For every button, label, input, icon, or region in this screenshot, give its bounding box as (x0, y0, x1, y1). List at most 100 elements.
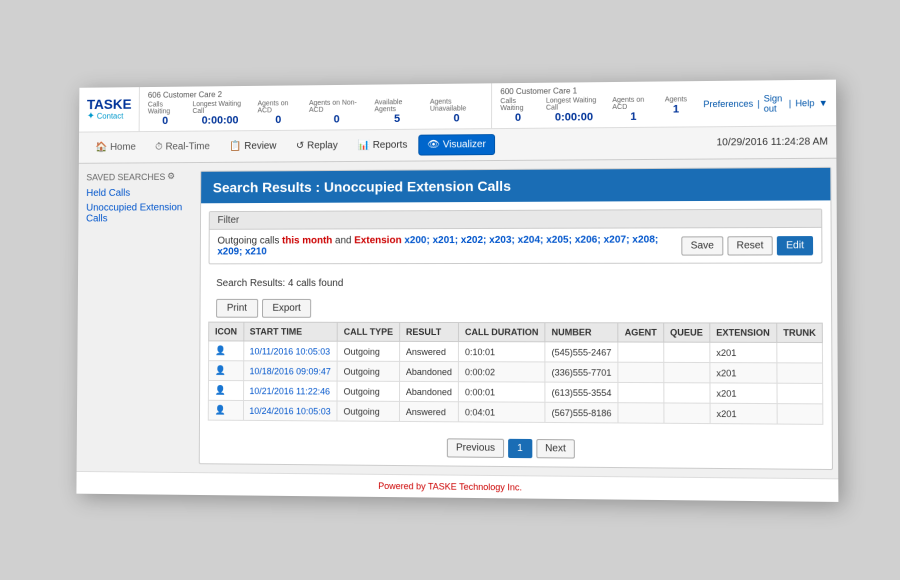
page-title: Search Results : Unoccupied Extension Ca… (201, 168, 831, 203)
stat-agents-nonacd-1: Agents on Non-ACD 0 (309, 100, 365, 126)
settings-icon[interactable]: ⚙ (167, 171, 175, 182)
navigation-bar: 🏠 Home ⏱ Real-Time 📋 Review ↺ Replay 📊 R… (79, 126, 837, 164)
pagination: Previous 1 Next (200, 428, 832, 469)
cell-number: (613)555-3554 (545, 382, 618, 403)
table-container: ICON START TIME CALL TYPE RESULT CALL DU… (200, 322, 832, 425)
sidebar-item-held-calls[interactable]: Held Calls (86, 186, 192, 201)
filter-box: Filter Outgoing calls this month and Ext… (209, 209, 823, 265)
preferences-link[interactable]: Preferences (703, 98, 753, 109)
cell-result: Answered (399, 341, 458, 361)
save-button[interactable]: Save (681, 236, 723, 255)
col-result: RESULT (400, 322, 459, 341)
table-row: 👤 10/24/2016 10:05:03 Outgoing Answered … (208, 400, 823, 424)
prev-page-button[interactable]: Previous (447, 438, 504, 458)
cell-extension: x201 (710, 403, 777, 424)
cell-icon: 👤 (208, 400, 243, 420)
col-agent: AGENT (618, 323, 663, 342)
cell-extension: x201 (710, 363, 777, 384)
logo-contact: ✦ Contact (87, 111, 132, 122)
cell-start-time: 10/18/2016 09:09:47 (243, 361, 337, 381)
cell-number: (567)555-8186 (545, 402, 618, 423)
cell-trunk (777, 363, 823, 384)
col-call-type: CALL TYPE (337, 322, 399, 341)
review-button[interactable]: 📋 Review (220, 136, 285, 157)
col-trunk: TRUNK (776, 323, 822, 342)
cell-duration: 0:04:01 (458, 402, 545, 423)
main-content: SAVED SEARCHES ⚙ Held Calls Unoccupied E… (77, 159, 839, 479)
timestamp: 10/29/2016 11:24:28 AM (717, 136, 829, 148)
filter-buttons: Save Reset Edit (681, 236, 813, 256)
edit-button[interactable]: Edit (777, 236, 814, 255)
logo: TASKE ✦ Contact (79, 87, 140, 131)
stat-longest-wait-2: Longest Waiting Call 0:00:00 (546, 97, 602, 124)
sidebar-item-unoccupied[interactable]: Unoccupied Extension Calls (86, 200, 192, 226)
logo-taske: TASKE (87, 97, 132, 111)
cell-trunk (777, 342, 823, 363)
stat-calls-waiting-1: Calls Waiting 0 (148, 101, 183, 127)
cell-call-type: Outgoing (337, 341, 399, 361)
footer-text: Powered by TASKE Technology Inc. (378, 481, 522, 493)
cell-agent (618, 382, 663, 403)
stat-agents-2: Agents 1 (665, 96, 687, 122)
realtime-button[interactable]: ⏱ Real-Time (146, 136, 218, 157)
clock-icon: ⏱ (155, 142, 163, 153)
print-button[interactable]: Print (216, 299, 258, 318)
sidebar-title: SAVED SEARCHES ⚙ (86, 171, 192, 182)
eye-icon: 👁 (427, 140, 440, 151)
cell-result: Abandoned (399, 381, 458, 401)
cell-call-type: Outgoing (337, 361, 399, 381)
results-count: Search Results: 4 calls found (201, 272, 832, 295)
cell-icon: 👤 (208, 380, 243, 400)
cell-duration: 0:10:01 (458, 342, 545, 362)
home-icon: 🏠 (95, 142, 107, 153)
cell-start-time: 10/21/2016 11:22:46 (243, 381, 337, 401)
reports-button[interactable]: 📊 Reports (349, 135, 417, 156)
cell-call-type: Outgoing (337, 381, 399, 401)
col-start-time: START TIME (243, 322, 337, 341)
queue-group2: 600 Customer Care 1 Calls Waiting 0 Long… (492, 81, 695, 128)
action-buttons: Print Export (200, 295, 831, 323)
review-icon: 📋 (229, 141, 241, 152)
cell-duration: 0:00:02 (458, 362, 545, 382)
queue-group1: 606 Customer Care 2 Calls Waiting 0 Long… (140, 83, 492, 131)
cell-agent (618, 362, 663, 382)
home-button[interactable]: 🏠 Home (87, 137, 145, 158)
sidebar: SAVED SEARCHES ⚙ Held Calls Unoccupied E… (84, 171, 192, 464)
col-queue: QUEUE (663, 323, 709, 342)
stat-unavail-agents-1: Agents Unavailable 0 (430, 98, 484, 124)
cell-result: Abandoned (399, 361, 458, 381)
reset-button[interactable]: Reset (727, 236, 773, 255)
next-page-button[interactable]: Next (536, 439, 575, 459)
cell-number: (545)555-2467 (545, 342, 618, 362)
cell-start-time: 10/24/2016 10:05:03 (243, 400, 337, 421)
help-dropdown-icon: ▼ (819, 97, 828, 107)
stat-calls-waiting-2: Calls Waiting 0 (500, 98, 536, 124)
cell-icon: 👤 (209, 341, 244, 361)
cell-agent (618, 403, 663, 424)
signout-link[interactable]: Sign out (764, 93, 785, 113)
col-number: NUMBER (545, 323, 618, 342)
cell-icon: 👤 (208, 361, 243, 381)
stat-avail-agents-1: Available Agents 5 (374, 99, 420, 125)
cell-trunk (777, 383, 823, 404)
queue-group2-title: 600 Customer Care 1 (500, 85, 687, 96)
cell-call-type: Outgoing (337, 401, 399, 421)
cell-queue (664, 403, 710, 424)
help-link[interactable]: Help (795, 98, 814, 108)
col-extension: EXTENSION (709, 323, 776, 342)
cell-start-time: 10/11/2016 10:05:03 (243, 341, 337, 361)
cell-agent (618, 342, 663, 362)
export-button[interactable]: Export (262, 299, 312, 318)
cell-queue (663, 362, 709, 383)
table-row: 👤 10/11/2016 10:05:03 Outgoing Answered … (209, 341, 823, 363)
cell-number: (336)555-7701 (545, 362, 618, 383)
replay-button[interactable]: ↺ Replay (287, 135, 347, 156)
stat-agents-acd-1: Agents on ACD 0 (257, 100, 299, 126)
visualizer-button[interactable]: 👁 Visualizer (418, 134, 495, 155)
page-1-button[interactable]: 1 (508, 439, 532, 458)
cell-duration: 0:00:01 (458, 382, 545, 403)
filter-text: Outgoing calls this month and Extension … (217, 234, 673, 257)
replay-icon: ↺ (296, 141, 304, 152)
cell-trunk (777, 404, 823, 425)
col-duration: CALL DURATION (458, 323, 545, 342)
